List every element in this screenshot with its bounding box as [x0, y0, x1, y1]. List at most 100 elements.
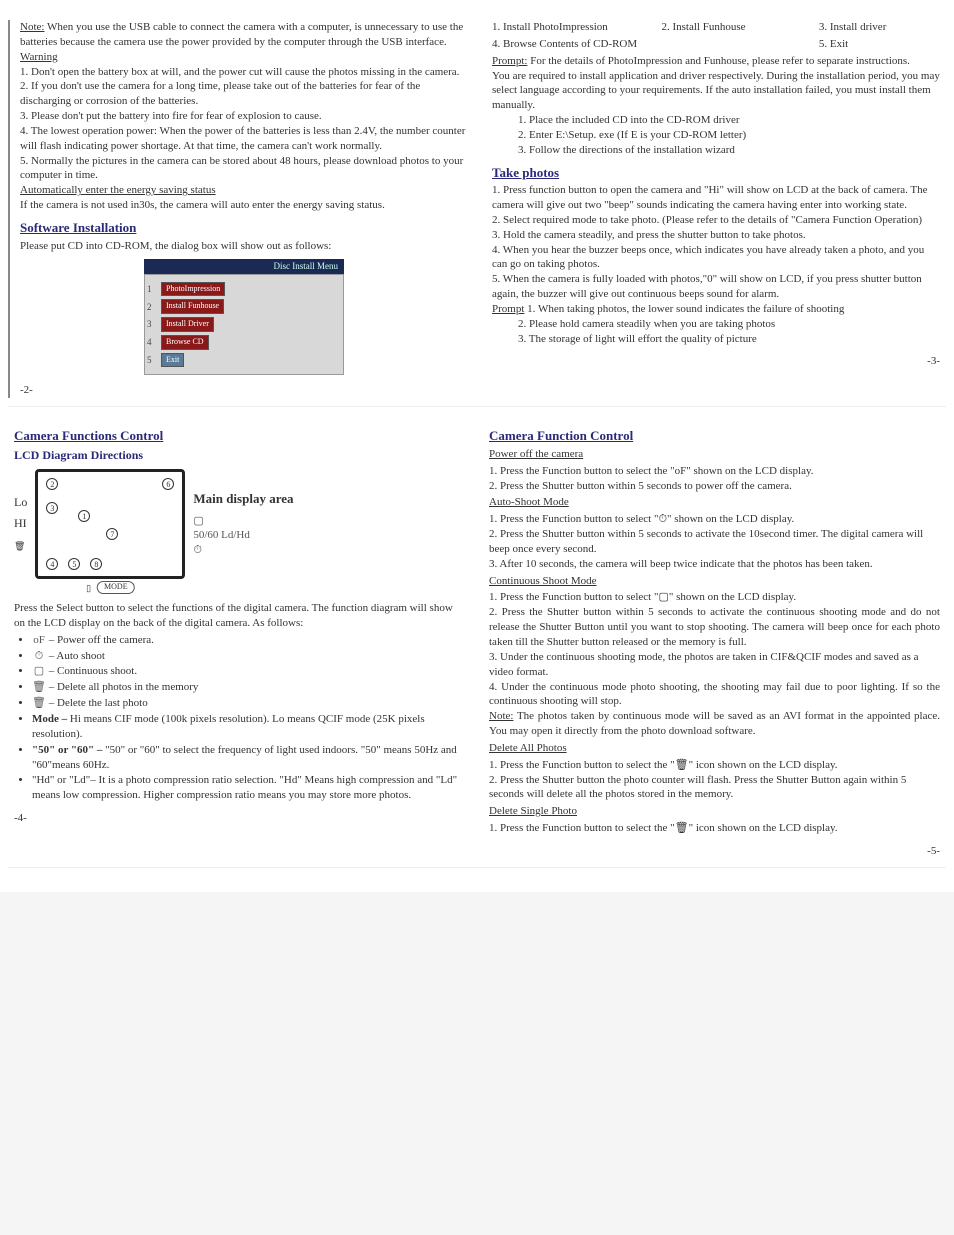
- delete-all-2: 2. Press the Shutter button the photo co…: [489, 773, 940, 803]
- auto-shoot-2: 2. Press the Shutter button within 5 sec…: [489, 527, 940, 557]
- auto-text: If the camera is not used in30s, the cam…: [20, 198, 468, 213]
- manual-2: 2. Enter E:\Setup. exe (If E is your CD-…: [518, 128, 940, 143]
- delete-single-label: Delete Single Photo: [489, 804, 940, 819]
- lcd-callout-7: 7: [106, 528, 118, 540]
- install-item-4: 4Browse CD: [147, 335, 337, 350]
- lcd-callout-2: 2: [46, 478, 58, 490]
- row-bottom: Camera Functions Control LCD Diagram Dir…: [8, 421, 946, 867]
- cont-note: Note: The photos taken by continuous mod…: [489, 709, 940, 739]
- delete-all-1: 1. Press the Function button to select t…: [489, 758, 940, 773]
- lcd-callout-4: 4: [46, 558, 58, 570]
- page-number-5: -5-: [489, 844, 940, 859]
- software-text: Please put CD into CD-ROM, the dialog bo…: [20, 239, 468, 254]
- cont-shoot-3: 3. Under the continuous shooting mode, t…: [489, 650, 940, 680]
- page-number-3: -3-: [492, 354, 940, 369]
- lcd-box: 2 6 3 1 7 4 5 8 ▯ MODE: [35, 469, 185, 579]
- page-3: 1. Install PhotoImpression 2. Install Fu…: [486, 20, 946, 398]
- take-1: 1. Press function button to open the cam…: [492, 183, 940, 213]
- note-text: When you use the USB cable to connect th…: [20, 21, 463, 48]
- power-off-label: Power off the camera: [489, 447, 940, 462]
- main-icons: ▢ 50/60 Ld/Hd ⏱: [193, 514, 293, 559]
- auto-label: Automatically enter the energy saving st…: [20, 183, 468, 198]
- warn-4: 4. The lowest operation power: When the …: [20, 124, 468, 154]
- opt-4: 4. Browse Contents of CD-ROM: [492, 37, 649, 52]
- fn-freq: "50" or "60" – "50" or "60" to select th…: [32, 743, 465, 773]
- opt-1: 1. Install PhotoImpression: [492, 20, 649, 35]
- warn-2: 2. If you don't use the camera for a lon…: [20, 79, 468, 109]
- take-3: 3. Hold the camera steadily, and press t…: [492, 228, 940, 243]
- delete-all-label: Delete All Photos: [489, 741, 940, 756]
- install-dialog-title: Disc Install Menu: [144, 259, 344, 273]
- cont-note-text: The photos taken by continuous mode will…: [489, 710, 940, 737]
- install-dialog: Disc Install Menu 1PhotoImpression 2Inst…: [144, 259, 344, 375]
- lcd-footer: ▯ MODE: [86, 581, 135, 594]
- lcd-lo: Lo: [14, 492, 27, 514]
- take-5: 5. When the camera is fully loaded with …: [492, 272, 940, 302]
- row-top: Note: When you use the USB cable to conn…: [8, 20, 946, 407]
- install-item-5: 5Exit: [147, 353, 337, 368]
- power-off-1: 1. Press the Function button to select t…: [489, 464, 940, 479]
- delete-single-1: 1. Press the Function button to select t…: [489, 821, 940, 836]
- warn-3: 3. Please don't put the battery into fir…: [20, 109, 468, 124]
- lcd-callout-6: 6: [162, 478, 174, 490]
- lcd-text: 50/60 Ld/Hd: [193, 529, 250, 541]
- auto-shoot-1: 1. Press the Function button to select "…: [489, 512, 940, 527]
- prompt2-1: 1. When taking photos, the lower sound i…: [527, 303, 844, 315]
- fn-delete-last: 🗑 – Delete the last photo: [32, 696, 465, 711]
- auto-shoot-3: 3. After 10 seconds, the camera will bee…: [489, 557, 940, 572]
- power-off-2: 2. Press the Shutter button within 5 sec…: [489, 479, 940, 494]
- cont-shoot-4: 4. Under the continuous mode photo shoot…: [489, 680, 940, 710]
- warn-1: 1. Don't open the battery box at will, a…: [20, 65, 468, 80]
- prompt2-line: Prompt 1. When taking photos, the lower …: [492, 302, 940, 317]
- lcd-intro: Press the Select button to select the fu…: [14, 601, 465, 631]
- auto-shoot-label: Auto-Shoot Mode: [489, 495, 940, 510]
- opt-5: 5. Exit: [819, 37, 940, 52]
- install-para: You are required to install application …: [492, 69, 940, 114]
- lcd-callout-3: 3: [46, 502, 58, 514]
- lcd-callout-1: 1: [78, 510, 90, 522]
- warn-5: 5. Normally the pictures in the camera c…: [20, 154, 468, 184]
- fn-delete-all: 🗑 – Delete all photos in the memory: [32, 680, 465, 695]
- opt-2: 2. Install Funhouse: [661, 20, 806, 35]
- cont-shoot-label: Continuous Shoot Mode: [489, 574, 940, 589]
- note-line: Note: When you use the USB cable to conn…: [20, 20, 468, 50]
- page-4: Camera Functions Control LCD Diagram Dir…: [8, 421, 471, 858]
- fn-compress: "Hd" or "Ld"– It is a photo compression …: [32, 773, 465, 803]
- page-number-4: -4-: [14, 811, 465, 826]
- install-options-grid: 1. Install PhotoImpression 2. Install Fu…: [492, 20, 940, 52]
- take-2: 2. Select required mode to take photo. (…: [492, 213, 940, 228]
- page-number-2: -2-: [20, 383, 468, 398]
- lcd-left-labels: Lo HI: [14, 492, 27, 557]
- lcd-hi: HI: [14, 513, 27, 535]
- prompt2-label: Prompt: [492, 303, 524, 315]
- warning-label: Warning: [20, 50, 468, 65]
- main-display-label: Main display area: [193, 490, 293, 508]
- trash-icon: [14, 535, 27, 557]
- fn-power-off: oF – Power off the camera.: [32, 633, 465, 648]
- prompt2-2: 2. Please hold camera steadily when you …: [518, 317, 940, 332]
- mode-pill: MODE: [97, 581, 135, 594]
- manual-1: 1. Place the included CD into the CD-ROM…: [518, 113, 940, 128]
- prompt-label: Prompt:: [492, 55, 527, 67]
- opt-3: 3. Install driver: [819, 20, 940, 35]
- prompt2-3: 3. The storage of light will effort the …: [518, 332, 940, 347]
- fn-continuous: ▢ – Continuous shoot.: [32, 664, 465, 679]
- page-2: Note: When you use the USB cable to conn…: [8, 20, 474, 398]
- install-dialog-body: 1PhotoImpression 2Install Funhouse 3Inst…: [144, 274, 344, 376]
- take-4: 4. When you hear the buzzer beeps once, …: [492, 243, 940, 273]
- take-photos-heading: Take photos: [492, 164, 940, 182]
- cont-shoot-1: 1. Press the Function button to select "…: [489, 590, 940, 605]
- fn-auto-shoot: ⏱ – Auto shoot: [32, 649, 465, 664]
- lcd-diagram: Lo HI 2 6 3 1 7 4 5 8 ▯ MODE: [14, 469, 465, 579]
- battery-icon: ▯: [86, 582, 91, 594]
- install-item-3: 3Install Driver: [147, 317, 337, 332]
- fn-mode: Mode – Hi means CIF mode (100k pixels re…: [32, 712, 465, 742]
- prompt-text: For the details of PhotoImpression and F…: [530, 55, 910, 67]
- software-heading: Software Installation: [20, 219, 468, 237]
- install-item-2: 2Install Funhouse: [147, 299, 337, 314]
- manual-3: 3. Follow the directions of the installa…: [518, 143, 940, 158]
- cam-func-heading: Camera Functions Control: [14, 427, 465, 445]
- lcd-right: Main display area ▢ 50/60 Ld/Hd ⏱: [193, 490, 293, 558]
- page-5: Camera Function Control Power off the ca…: [483, 421, 946, 858]
- cont-note-label: Note:: [489, 710, 513, 722]
